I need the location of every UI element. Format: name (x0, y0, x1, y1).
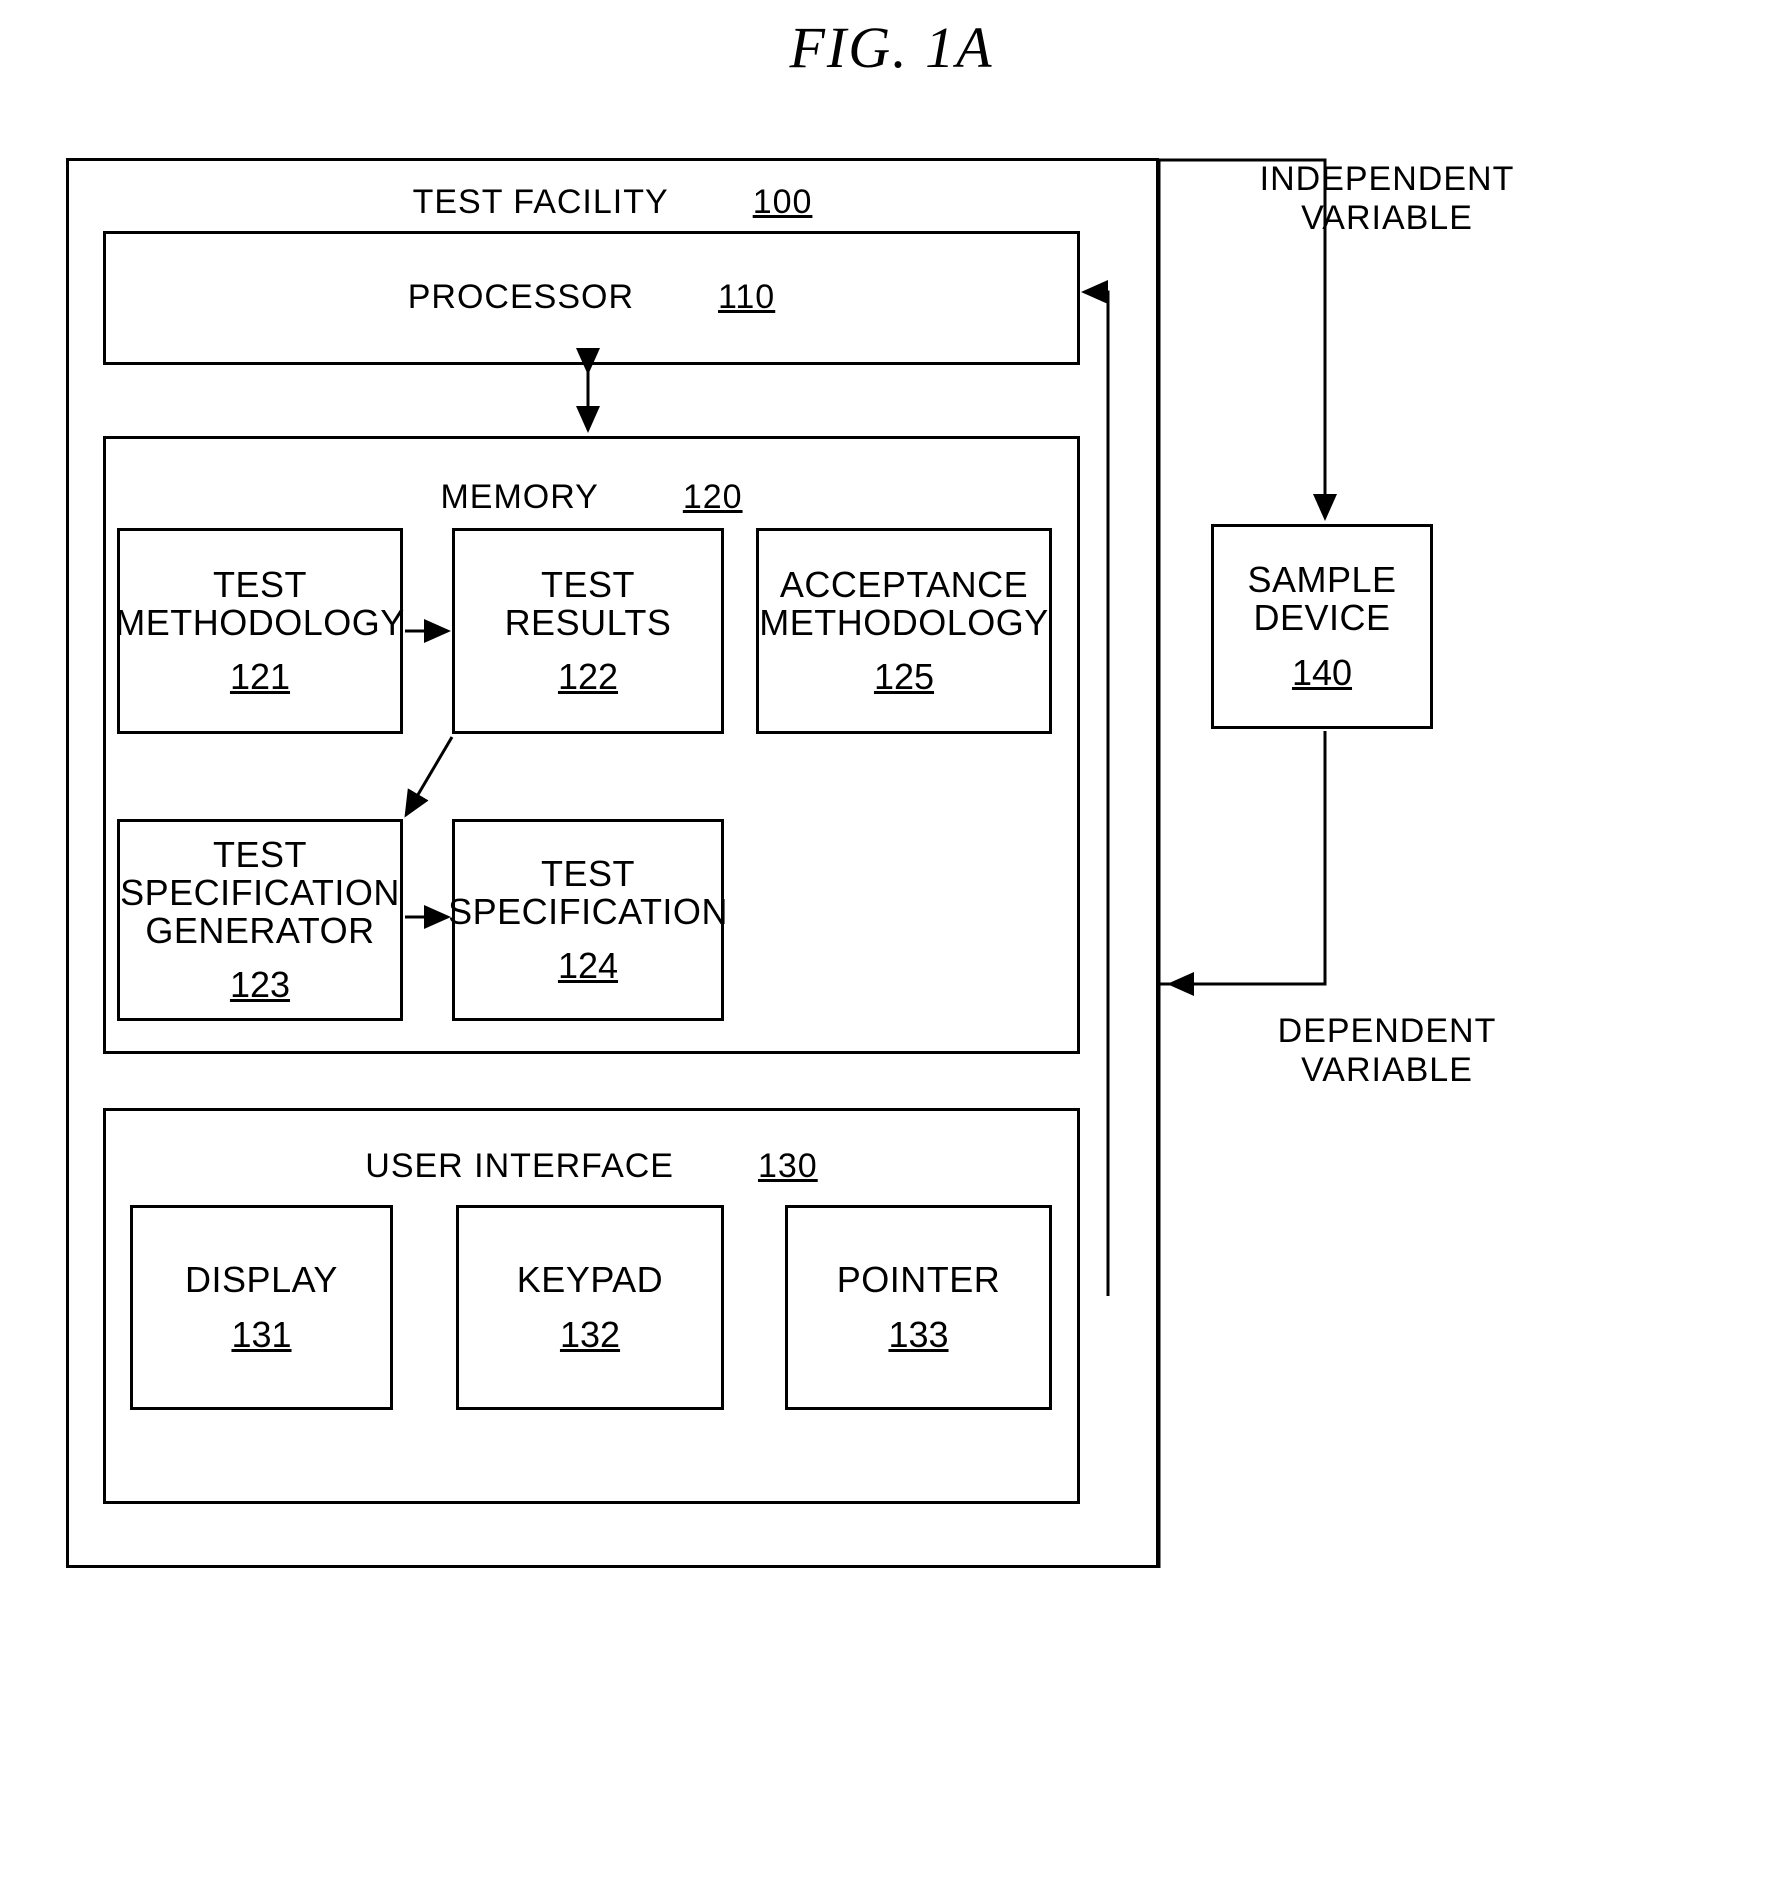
display-box: DISPLAY 131 (130, 1205, 393, 1410)
keypad-content: KEYPAD 132 (459, 1208, 721, 1407)
processor-header: PROCESSOR 110 (106, 278, 1077, 317)
display-label: DISPLAY (185, 1259, 338, 1301)
processor-number: 110 (718, 278, 776, 316)
test-methodology-content: TEST METHODOLOGY 121 (115, 531, 404, 731)
test-specification-generator-number: 123 (229, 964, 291, 1006)
sample-device-number: 140 (1291, 651, 1353, 693)
memory-header: MEMORY 120 (106, 478, 1077, 517)
display-number: 131 (231, 1313, 292, 1355)
dependent-variable-label: DEPENDENT VARIABLE (1277, 1012, 1497, 1089)
memory-number: 120 (682, 478, 743, 516)
test-facility-label: TEST FACILITY (412, 183, 669, 221)
acceptance-methodology-label: ACCEPTANCE METHODOLOGY (759, 563, 1049, 643)
test-results-number: 122 (557, 656, 619, 698)
test-specification-generator-content: TEST SPECIFICATION GENERATOR 123 (120, 822, 400, 1018)
pointer-number: 133 (888, 1313, 949, 1355)
sample-device-content: SAMPLE DEVICE 140 (1214, 527, 1430, 726)
test-methodology-number: 121 (229, 656, 291, 698)
pointer-box: POINTER 133 (785, 1205, 1052, 1410)
figure-title: FIG. 1A (789, 15, 994, 80)
user-interface-header: USER INTERFACE 130 (106, 1147, 1077, 1186)
processor-label: PROCESSOR (407, 278, 635, 316)
memory-label: MEMORY (440, 478, 599, 516)
test-specification-box: TEST SPECIFICATION 124 (448, 819, 727, 1021)
user-interface-label: USER INTERFACE (365, 1147, 674, 1185)
test-specification-label: TEST SPECIFICATION (448, 852, 728, 932)
test-methodology-label: TEST METHODOLOGY (115, 563, 405, 643)
independent-variable-label: INDEPENDENT VARIABLE (1259, 160, 1515, 237)
test-methodology-box: TEST METHODOLOGY 121 (115, 528, 404, 734)
keypad-box: KEYPAD 132 (456, 1205, 724, 1410)
dependent-variable-path (1159, 731, 1327, 996)
test-results-label: TEST RESULTS (504, 563, 672, 643)
processor-box: PROCESSOR 110 (103, 231, 1080, 365)
sample-device-box: SAMPLE DEVICE 140 (1211, 524, 1433, 729)
test-specification-generator-box: TEST SPECIFICATION GENERATOR 123 (117, 819, 403, 1021)
test-results-box: TEST RESULTS 122 (452, 528, 724, 734)
sample-device-label: SAMPLE DEVICE (1247, 559, 1397, 639)
test-specification-content: TEST SPECIFICATION 124 (448, 822, 727, 1018)
test-specification-number: 124 (557, 945, 619, 987)
test-results-content: TEST RESULTS 122 (455, 531, 721, 731)
figure-canvas: FIG. 1A TEST FACILITY 100 PROCESSOR 110 … (0, 0, 1783, 1895)
acceptance-methodology-content: ACCEPTANCE METHODOLOGY 125 (759, 531, 1049, 731)
test-facility-header: TEST FACILITY 100 (69, 183, 1156, 222)
keypad-number: 132 (559, 1313, 621, 1355)
acceptance-methodology-number: 125 (873, 656, 935, 698)
pointer-label: POINTER (836, 1259, 1001, 1301)
display-content: DISPLAY 131 (133, 1208, 390, 1407)
pointer-content: POINTER 133 (788, 1208, 1049, 1407)
keypad-label: KEYPAD (516, 1259, 664, 1301)
acceptance-methodology-box: ACCEPTANCE METHODOLOGY 125 (756, 528, 1052, 734)
test-facility-number: 100 (752, 183, 813, 221)
test-specification-generator-label: TEST SPECIFICATION GENERATOR (120, 833, 400, 951)
user-interface-number: 130 (757, 1147, 818, 1185)
